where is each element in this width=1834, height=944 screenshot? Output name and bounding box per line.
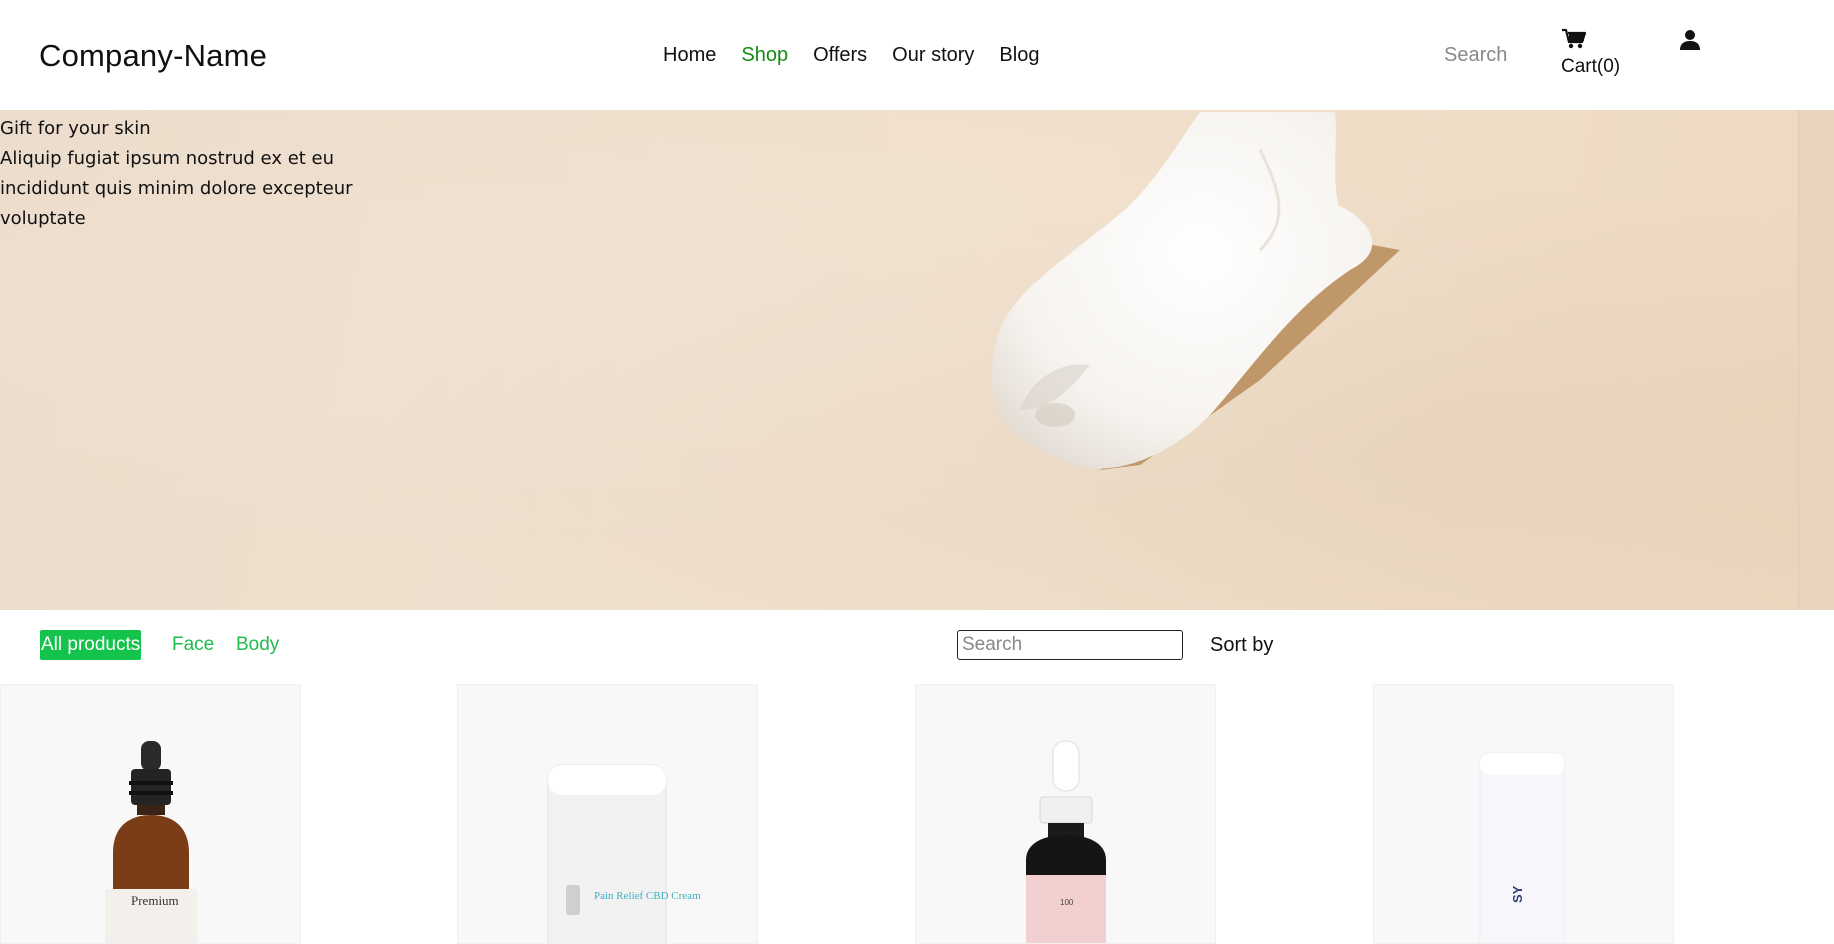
- filter-body[interactable]: Body: [236, 630, 279, 660]
- nav-our-story[interactable]: Our story: [892, 44, 974, 67]
- hero-banner: Gift for your skin Aliquip fugiat ipsum …: [0, 110, 1834, 610]
- product-card[interactable]: 100: [915, 684, 1216, 944]
- sort-by-dropdown[interactable]: Sort by: [1210, 634, 1273, 657]
- white-tube-image: SY: [1479, 752, 1565, 943]
- hero-title: Gift for your skin: [0, 118, 151, 139]
- filter-face[interactable]: Face: [172, 630, 214, 660]
- nav-blog[interactable]: Blog: [999, 44, 1039, 67]
- filter-all-products[interactable]: All products: [40, 630, 142, 660]
- user-icon[interactable]: [1678, 28, 1702, 52]
- amber-dropper-bottle-image: Premium: [105, 741, 197, 943]
- cream-smear-image: [991, 112, 1400, 470]
- nav-shop[interactable]: Shop: [741, 44, 788, 67]
- cart-button[interactable]: Cart(0): [1561, 28, 1620, 78]
- site-header: Company-Name Home Shop Offers Our story …: [0, 0, 1834, 110]
- product-label-text: Pain Relief CBD Cream: [594, 890, 701, 902]
- brand-logo[interactable]: Company-Name: [39, 38, 267, 74]
- main-nav: Home Shop Offers Our story Blog: [663, 44, 1039, 67]
- hero-edge: [1798, 110, 1834, 610]
- product-label-text: SY: [1510, 885, 1525, 903]
- pink-dropper-bottle-image: 100: [1026, 740, 1106, 943]
- product-card[interactable]: Pain Relief CBD Cream: [457, 684, 758, 944]
- product-card[interactable]: SY: [1373, 684, 1674, 944]
- hero-text: Gift for your skin Aliquip fugiat ipsum …: [0, 114, 360, 234]
- product-search-input[interactable]: [957, 630, 1183, 660]
- product-label-text: 100: [1060, 898, 1074, 907]
- cart-icon: [1562, 28, 1587, 49]
- hero-body: Aliquip fugiat ipsum nostrud ex et eu in…: [0, 148, 353, 229]
- product-label-text: Premium: [131, 893, 179, 908]
- nav-home[interactable]: Home: [663, 44, 716, 67]
- product-card[interactable]: Premium: [0, 684, 301, 944]
- filter-bar: All products Face Body Sort by: [0, 610, 1834, 682]
- nav-offers[interactable]: Offers: [813, 44, 867, 67]
- roll-on-tube-image: Pain Relief CBD Cream: [547, 764, 701, 943]
- header-search[interactable]: Search: [1444, 44, 1507, 67]
- cart-label: Cart(0): [1561, 56, 1621, 77]
